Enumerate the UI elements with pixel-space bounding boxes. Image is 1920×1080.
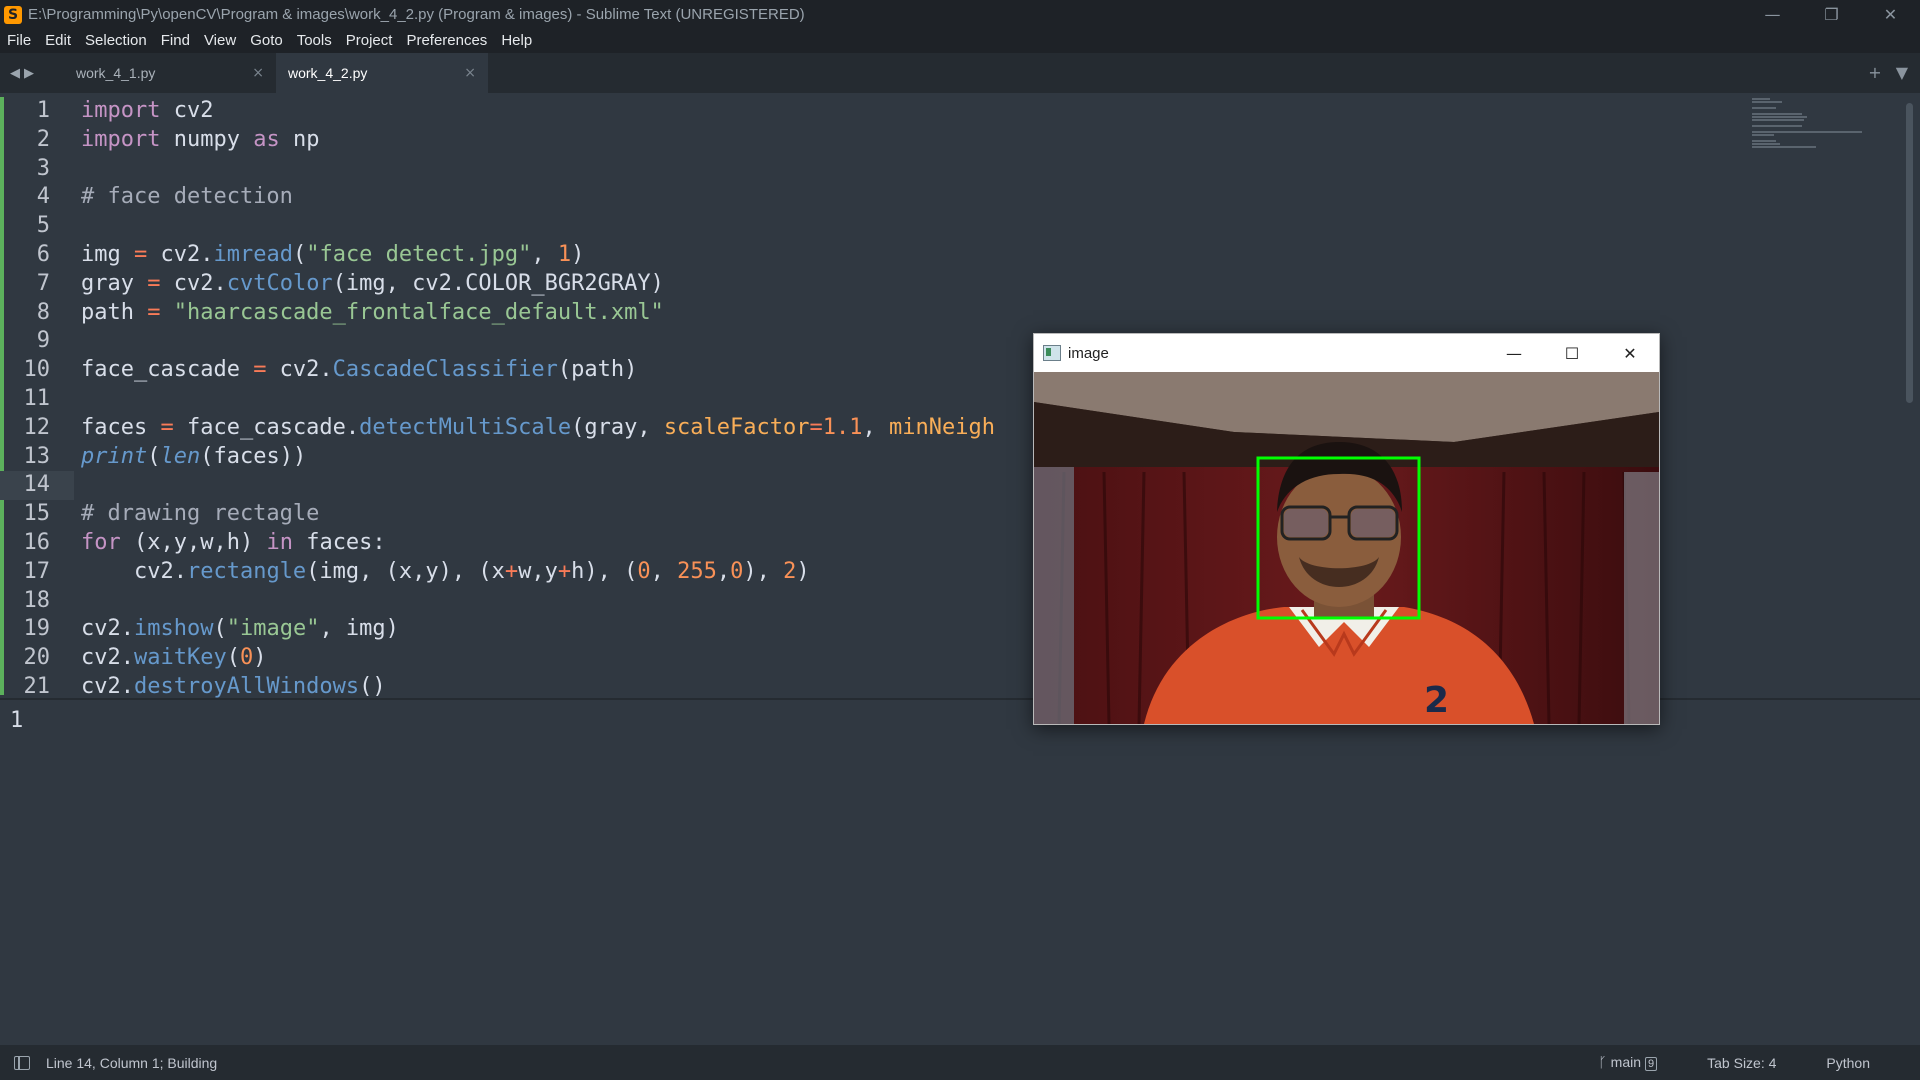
code-text: cv2.waitKey(0) [81,645,267,671]
code-line[interactable]: 3 [0,155,1760,184]
code-line[interactable]: 1 import cv2 [0,97,1760,126]
tab-bar: ◀ ▶ work_4_1.py × work_4_2.py × + ▼ [0,53,1920,93]
line-number: 20 [23,645,51,671]
line-number: 18 [23,587,51,613]
line-number: 16 [23,529,51,555]
line-number: 4 [36,184,50,210]
line-number: 9 [36,328,50,354]
panel-toggle-icon[interactable] [14,1055,30,1070]
code-comment: # drawing rectagle [81,501,320,527]
line-number: 1 [36,98,50,123]
line-number: 13 [23,443,51,469]
git-branch-icon: ᚴ [1598,1055,1607,1071]
svg-text:2: 2 [1424,680,1449,721]
code-text: faces = face_cascade.detectMultiScale(gr… [81,414,995,440]
menu-preferences[interactable]: Preferences [399,29,494,53]
webcam-photo: 2 [1034,372,1659,724]
sublime-app-icon: S [4,5,22,24]
tab-menu-icon[interactable]: ▼ [1896,63,1908,82]
status-right: ᚴ main 9 Tab Size: 4 Python [1598,1045,1920,1080]
image-window[interactable]: image — ☐ ✕ 2 [1033,333,1660,725]
code-text: for (x,y,w,h) in faces: [81,529,386,555]
title-bar: S E:\Programming\Py\openCV\Program & ima… [0,0,1920,29]
code-text: path = "haarcascade_frontalface_default.… [81,299,664,325]
line-number: 14 [23,472,51,498]
line-number: 11 [23,385,51,411]
tab-close-icon[interactable]: × [252,65,264,81]
menu-view[interactable]: View [197,29,243,53]
minimize-icon[interactable]: — [1743,0,1802,29]
build-output-text: 1 [10,708,24,733]
code-line[interactable]: 8 path = "haarcascade_frontalface_default… [0,299,1760,328]
maximize-icon[interactable]: ☐ [1543,334,1601,372]
line-number: 6 [36,241,50,267]
line-number: 8 [36,299,50,325]
code-text: cv2.rectangle(img, (x,y), (x+w,y+h), (0,… [81,558,810,584]
next-tab-icon[interactable]: ▶ [24,66,34,81]
window-controls: — ❐ ✕ [1743,0,1920,29]
line-number: 3 [36,155,50,181]
cursor-position: Line 14, Column 1; Building [46,1054,218,1071]
code-text: import numpy as np [81,126,320,152]
tab-close-icon[interactable]: × [464,65,476,81]
status-bar: Line 14, Column 1; Building ᚴ main 9 Tab S… [0,1045,1920,1080]
window-title: E:\Programming\Py\openCV\Program & image… [28,6,805,23]
code-line[interactable]: 6 img = cv2.imread("face detect.jpg", 1) [0,241,1760,270]
line-number: 15 [23,501,51,527]
restore-icon[interactable]: ❐ [1802,0,1861,29]
menu-edit[interactable]: Edit [38,29,78,53]
image-window-icon [1043,345,1061,361]
menu-project[interactable]: Project [339,29,400,53]
previous-tab-icon[interactable]: ◀ [10,66,20,81]
code-line-current[interactable]: 14 [0,471,74,501]
menu-goto[interactable]: Goto [243,29,290,53]
code-comment: # face detection [81,184,293,210]
code-text: cv2.imshow("image", img) [81,616,399,642]
tab-label: work_4_2.py [288,65,368,81]
minimap[interactable] [1752,97,1882,157]
code-text: face_cascade = cv2.CascadeClassifier(pat… [81,357,638,383]
line-number: 19 [23,616,51,642]
vertical-scrollbar[interactable] [1906,103,1913,403]
code-text: print(len(faces)) [81,443,307,469]
line-number: 17 [23,558,51,584]
line-number: 10 [23,357,51,383]
face-photo: 2 [1034,372,1659,724]
line-number: 7 [36,270,50,296]
syntax-selector[interactable]: Python [1826,1055,1870,1071]
code-line[interactable]: 2 import numpy as np [0,126,1760,155]
line-number: 5 [36,213,50,239]
code-text: import cv2 [81,98,214,123]
code-line[interactable]: 4 # face detection [0,183,1760,212]
close-icon[interactable]: ✕ [1861,0,1920,29]
line-number: 12 [23,414,51,440]
tab-bar-actions: + ▼ [1868,63,1908,82]
branch-badge: 9 [1645,1057,1658,1071]
menu-help[interactable]: Help [494,29,539,53]
build-output-panel[interactable]: 1 [0,700,1920,1045]
tab-label: work_4_1.py [76,65,156,81]
menu-tools[interactable]: Tools [290,29,339,53]
git-branch[interactable]: ᚴ main 9 [1598,1054,1658,1071]
line-number: 2 [36,126,50,152]
menu-find[interactable]: Find [154,29,197,53]
code-line[interactable]: 5 [0,212,1760,241]
menu-file[interactable]: File [0,29,38,53]
new-tab-icon[interactable]: + [1868,63,1881,82]
code-text: gray = cv2.cvtColor(img, cv2.COLOR_BGR2G… [81,270,664,296]
code-line[interactable]: 7 gray = cv2.cvtColor(img, cv2.COLOR_BGR2… [0,270,1760,299]
tab-size[interactable]: Tab Size: 4 [1707,1055,1776,1071]
tab-work-4-1[interactable]: work_4_1.py × [64,53,276,93]
tab-navigation: ◀ ▶ [0,53,64,93]
code-text: img = cv2.imread("face detect.jpg", 1) [81,241,585,267]
close-icon[interactable]: ✕ [1601,334,1659,372]
menu-selection[interactable]: Selection [78,29,154,53]
image-window-controls: — ☐ ✕ [1485,334,1659,372]
minimize-icon[interactable]: — [1485,334,1543,372]
menu-bar: File Edit Selection Find View Goto Tools… [0,29,1920,53]
image-window-titlebar[interactable]: image — ☐ ✕ [1034,334,1659,372]
image-window-title: image [1068,344,1109,362]
branch-name: main [1610,1054,1642,1070]
tab-work-4-2[interactable]: work_4_2.py × [276,53,488,93]
